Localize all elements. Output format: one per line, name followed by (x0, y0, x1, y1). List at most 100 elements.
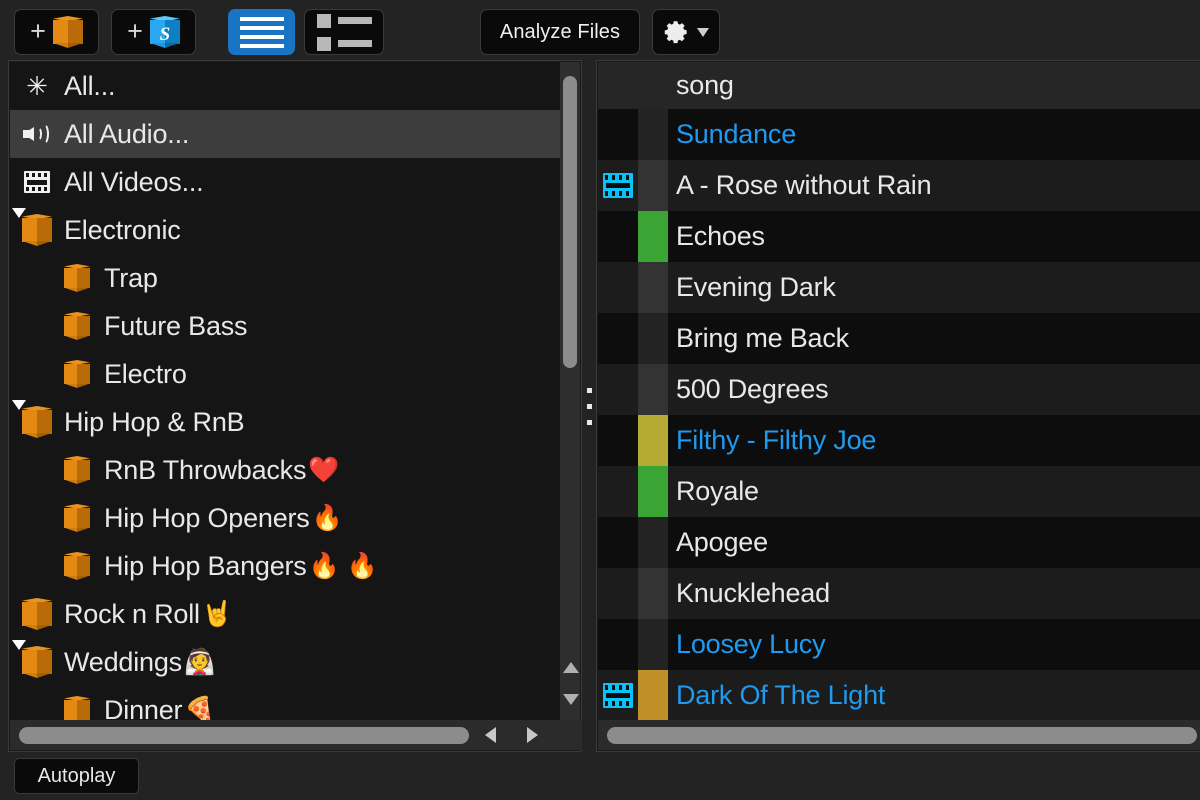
track-row[interactable]: Apogee (598, 517, 1200, 568)
panel-splitter[interactable] (582, 60, 596, 752)
video-film-icon (603, 683, 633, 708)
list-view-icon (240, 17, 284, 48)
track-row[interactable]: Dark Of The Light (598, 670, 1200, 721)
autoplay-button[interactable]: Autoplay (14, 758, 139, 794)
sidebar-item-electronic[interactable]: Electronic (10, 206, 562, 254)
sidebar-item-all-videos[interactable]: All Videos... (10, 158, 562, 206)
track-color-swatch[interactable] (638, 262, 668, 313)
track-type-cell (598, 262, 638, 313)
sidebar-vertical-scrollbar[interactable] (560, 62, 580, 722)
track-color-swatch[interactable] (638, 619, 668, 670)
sidebar-item-label: RnB Throwbacks (104, 455, 306, 486)
track-row[interactable]: Knucklehead (598, 568, 1200, 619)
sidebar-item-future-bass[interactable]: Future Bass (10, 302, 562, 350)
sidebar-item-label: Future Bass (104, 311, 247, 342)
track-color-swatch[interactable] (638, 670, 668, 721)
sidebar-horizontal-scroll-thumb[interactable] (19, 727, 469, 744)
sidebar-item-label: Dinner (104, 695, 182, 723)
analyze-files-button[interactable]: Analyze Files (480, 9, 640, 55)
crate-icon (20, 598, 54, 630)
sidebar-item-electro[interactable]: Electro (10, 350, 562, 398)
sidebar-item-label: Trap (104, 263, 158, 294)
add-crate-button[interactable]: + (14, 9, 99, 55)
disclosure-triangle-icon[interactable] (12, 400, 26, 410)
crate-icon (60, 504, 94, 532)
track-color-swatch[interactable] (638, 364, 668, 415)
film-icon (20, 171, 54, 193)
detail-view-button[interactable] (304, 9, 384, 55)
scroll-down-arrow-icon[interactable] (563, 690, 578, 708)
tracklist-horizontal-scrollbar[interactable] (598, 720, 1200, 750)
crate-icon (60, 456, 94, 484)
track-color-swatch[interactable] (638, 466, 668, 517)
settings-menu-button[interactable] (652, 9, 720, 55)
sidebar-item-emoji: 🤘 (202, 600, 233, 629)
crate-tree[interactable]: ✳All...All Audio...All Videos...Electron… (10, 62, 562, 722)
track-row[interactable]: Bring me Back (598, 313, 1200, 364)
sidebar-item-trap[interactable]: Trap (10, 254, 562, 302)
sidebar-item-rnb-throwbacks[interactable]: RnB Throwbacks❤️ (10, 446, 562, 494)
track-title: Echoes (668, 221, 1200, 252)
splitter-grip-icon (587, 388, 592, 393)
disclosure-triangle-icon[interactable] (12, 640, 26, 650)
sidebar-item-all-audio[interactable]: All Audio... (10, 110, 562, 158)
plus-icon: + (127, 18, 143, 45)
track-color-swatch[interactable] (638, 313, 668, 364)
track-color-swatch[interactable] (638, 211, 668, 262)
track-row[interactable]: A - Rose without Rain (598, 160, 1200, 211)
chevron-down-icon (697, 28, 709, 37)
crate-icon (53, 16, 83, 48)
track-color-swatch[interactable] (638, 568, 668, 619)
bottom-bar: Autoplay (0, 752, 1200, 800)
sidebar-item-label: Rock n Roll (64, 599, 200, 630)
video-film-icon (603, 173, 633, 198)
track-color-swatch[interactable] (638, 415, 668, 466)
sidebar-item-hip-hop-rnb[interactable]: Hip Hop & RnB (10, 398, 562, 446)
sidebar-item-hip-hop-bangers[interactable]: Hip Hop Bangers🔥 🔥 (10, 542, 562, 590)
track-row[interactable]: Echoes (598, 211, 1200, 262)
track-title: Evening Dark (668, 272, 1200, 303)
track-type-cell (598, 211, 638, 262)
sidebar-item-hip-hop-openers[interactable]: Hip Hop Openers🔥 (10, 494, 562, 542)
track-title: Bring me Back (668, 323, 1200, 354)
sidebar-item-emoji: 👰 (184, 648, 215, 677)
column-header-song[interactable]: song (668, 70, 1200, 101)
tracklist-horizontal-scroll-thumb[interactable] (607, 727, 1197, 744)
scroll-right-arrow-icon[interactable] (511, 720, 553, 750)
sidebar-vertical-scroll-thumb[interactable] (563, 76, 577, 368)
disclosure-triangle-icon[interactable] (12, 208, 26, 218)
track-color-swatch[interactable] (638, 160, 668, 211)
sidebar-item-rock-n-roll[interactable]: Rock n Roll🤘 (10, 590, 562, 638)
track-title: Filthy - Filthy Joe (668, 425, 1200, 456)
track-color-swatch[interactable] (638, 109, 668, 160)
track-row[interactable]: Evening Dark (598, 262, 1200, 313)
scroll-left-arrow-icon[interactable] (469, 720, 511, 750)
track-row[interactable]: Loosey Lucy (598, 619, 1200, 670)
sidebar-item-label: Weddings (64, 647, 182, 678)
asterisk-glyph: ✳ (26, 73, 48, 99)
track-title: Loosey Lucy (668, 629, 1200, 660)
track-row[interactable]: 500 Degrees (598, 364, 1200, 415)
sidebar-item-weddings[interactable]: Weddings👰 (10, 638, 562, 686)
list-view-button[interactable] (228, 9, 295, 55)
track-color-swatch[interactable] (638, 517, 668, 568)
splitter-grip-icon (587, 420, 592, 425)
track-row[interactable]: Royale (598, 466, 1200, 517)
track-title: Dark Of The Light (668, 680, 1200, 711)
asterisk-icon: ✳ (20, 73, 54, 99)
header-icon-column (598, 62, 638, 109)
sidebar-item-dinner[interactable]: Dinner🍕 (10, 686, 562, 722)
sidebar-item-label: Hip Hop Openers (104, 503, 310, 534)
scroll-up-arrow-icon[interactable] (563, 658, 578, 676)
sidebar-horizontal-scrollbar[interactable] (10, 720, 582, 750)
crate-icon (60, 264, 94, 292)
crate-icon (20, 214, 54, 246)
track-row[interactable]: Sundance (598, 109, 1200, 160)
tracklist-header-row: song (598, 62, 1200, 109)
add-smart-crate-button[interactable]: + S (111, 9, 196, 55)
sidebar-item-all[interactable]: ✳All... (10, 62, 562, 110)
track-list[interactable]: song SundanceA - Rose without Rain Echoes E… (598, 62, 1200, 722)
track-title: Knucklehead (668, 578, 1200, 609)
track-row[interactable]: Filthy - Filthy Joe (598, 415, 1200, 466)
crate-tree-panel: ✳All...All Audio...All Videos...Electron… (8, 60, 582, 752)
